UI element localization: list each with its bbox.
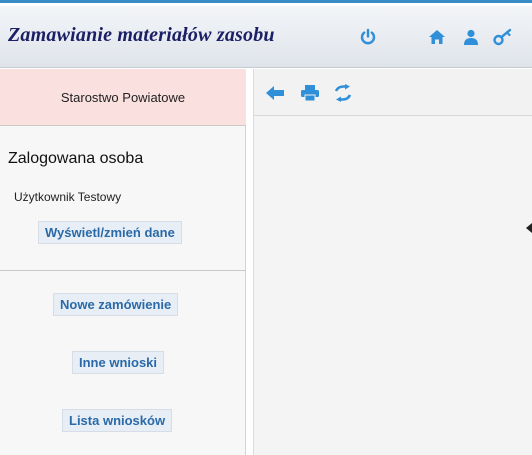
header-bar: Zamawianie materiałów zasobu	[0, 6, 532, 68]
organization-name: Starostwo Powiatowe	[60, 89, 186, 105]
home-icon	[429, 30, 445, 44]
content-toolbar	[254, 69, 532, 116]
back-button[interactable]	[264, 83, 286, 103]
password-button[interactable]	[492, 26, 514, 48]
back-arrow-icon	[266, 86, 284, 100]
main-content	[253, 69, 532, 455]
print-icon	[301, 85, 319, 102]
logout-button[interactable]	[357, 26, 379, 48]
view-edit-data-button[interactable]: Wyświetl/zmień dane	[38, 221, 182, 244]
organization-box: Starostwo Powiatowe	[0, 69, 246, 126]
scroll-caret-icon	[526, 223, 532, 233]
print-button[interactable]	[299, 83, 321, 103]
home-button[interactable]	[426, 26, 448, 48]
other-requests-button[interactable]: Inne wnioski	[72, 351, 165, 374]
refresh-button[interactable]	[332, 83, 354, 103]
power-icon	[360, 28, 376, 45]
app-window: Zamawianie materiałów zasobu Starostwo P…	[0, 0, 532, 455]
user-profile-button[interactable]	[460, 26, 482, 48]
key-icon	[493, 28, 512, 46]
requests-list-button[interactable]: Lista wniosków	[62, 409, 173, 432]
sidebar-divider	[0, 270, 246, 271]
logged-user-heading: Zalogowana osoba	[8, 150, 144, 167]
app-title: Zamawianie materiałów zasobu	[8, 24, 275, 46]
logged-user-name: Użytkownik Testowy	[14, 190, 122, 204]
refresh-icon	[334, 84, 352, 102]
new-order-button[interactable]: Nowe zamówienie	[53, 293, 179, 316]
sidebar: Starostwo Powiatowe Zalogowana osoba Uży…	[0, 69, 246, 455]
user-icon	[464, 29, 478, 45]
